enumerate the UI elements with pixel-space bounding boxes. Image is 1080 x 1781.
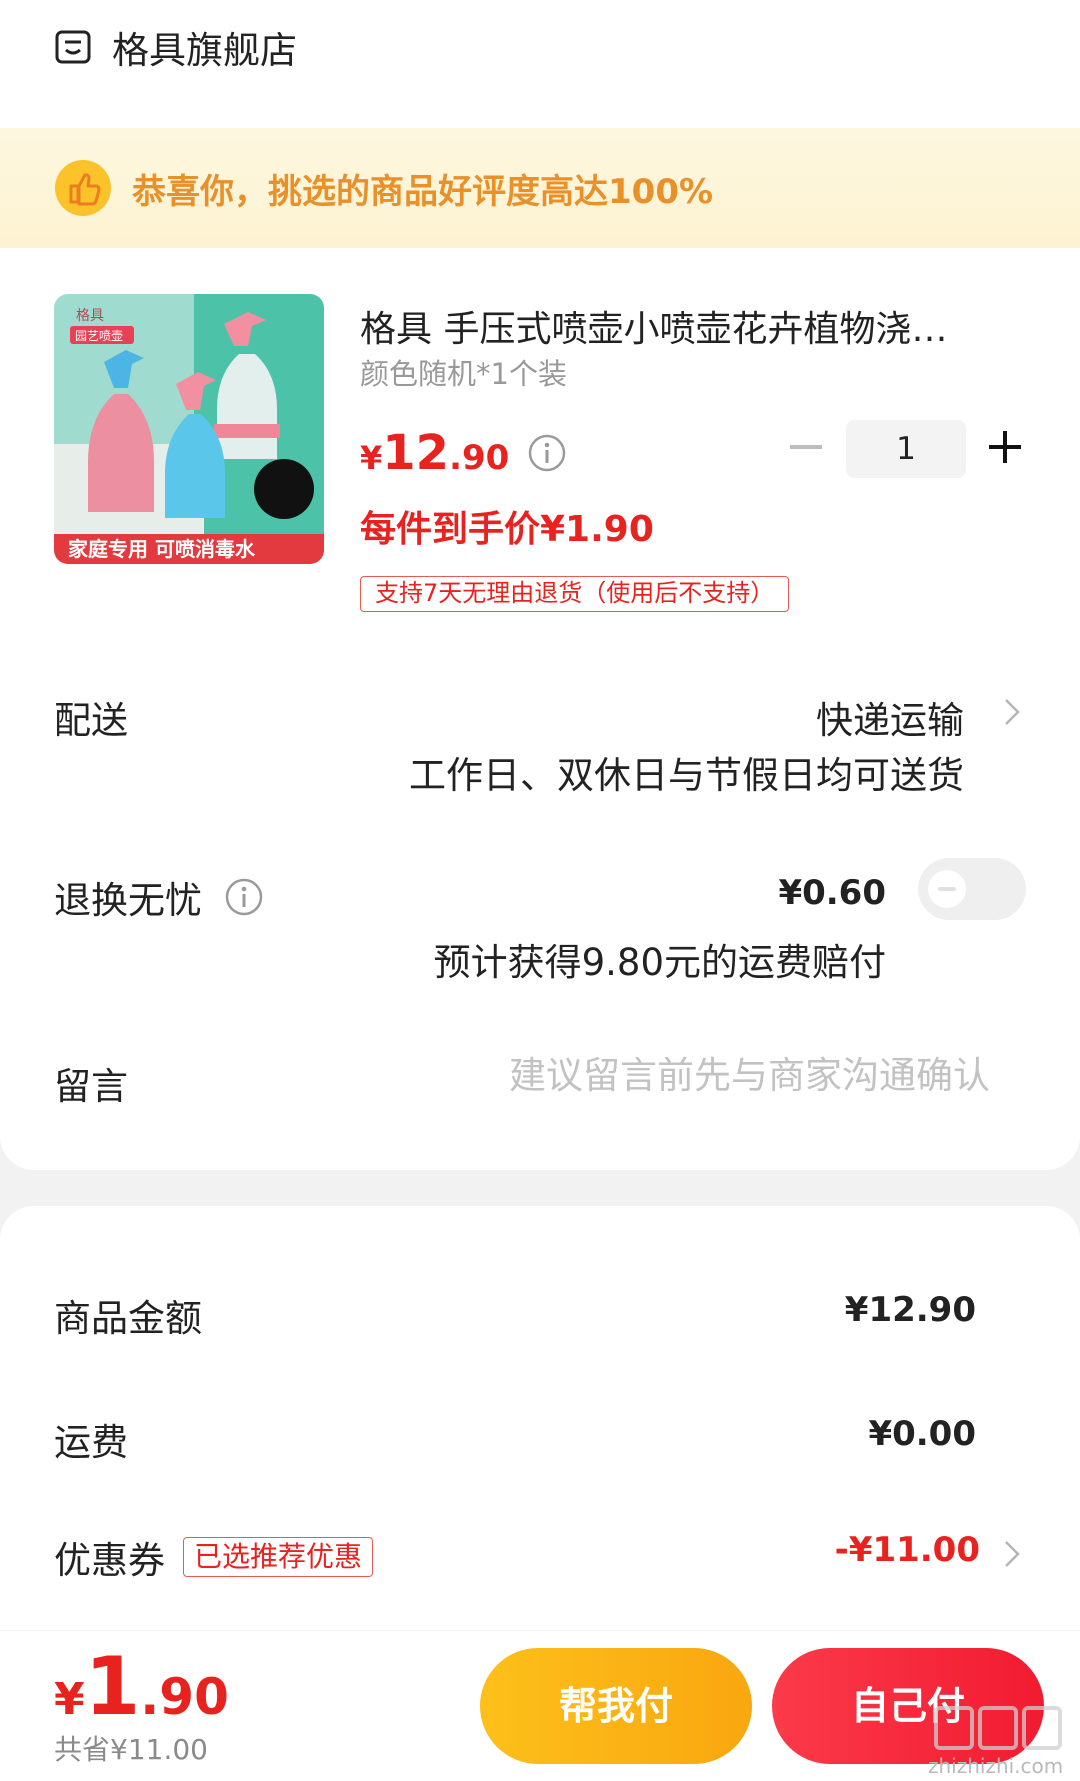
coupon-tag: 已选推荐优惠 <box>183 1537 374 1577</box>
message-input[interactable] <box>440 1050 990 1100</box>
banner-text: 恭喜你，挑选的商品好评度高达100% <box>132 171 714 212</box>
return-insurance-toggle[interactable] <box>918 858 1026 920</box>
price-currency: ¥ <box>360 439 383 477</box>
price-decimal: .90 <box>449 438 510 478</box>
return-insurance-row: 退换无忧 <box>54 870 264 924</box>
chevron-right-icon[interactable] <box>1000 1536 1024 1572</box>
goods-amount-value: ¥12.90 <box>844 1290 976 1330</box>
coupon-value[interactable]: -¥11.00 <box>835 1530 980 1570</box>
return-insurance-price: ¥0.60 <box>778 873 886 913</box>
coupon-row[interactable]: 优惠券 已选推荐优惠 <box>54 1530 374 1584</box>
total-currency: ¥ <box>54 1674 85 1725</box>
help-pay-button[interactable]: 帮我付 <box>480 1648 752 1764</box>
product-spec[interactable]: 颜色随机*1个装 <box>360 351 567 393</box>
delivery-method[interactable]: 快递运输 <box>816 690 964 744</box>
store-icon <box>55 30 91 64</box>
quantity-input[interactable]: 1 <box>846 420 966 478</box>
info-icon[interactable] <box>224 877 264 917</box>
thumbs-up-icon <box>55 160 111 216</box>
return-insurance-note: 预计获得9.80元的运费赔付 <box>433 941 886 984</box>
info-icon[interactable] <box>527 433 567 473</box>
image-caption: 家庭专用 可喷消毒水 <box>68 537 256 561</box>
rating-banner: 恭喜你，挑选的商品好评度高达100% <box>0 128 1080 248</box>
product-photo: 格具 园艺喷壶 家庭专用 可喷消毒水 <box>54 294 324 564</box>
product-price: ¥ 12 .90 <box>360 425 567 481</box>
product-image[interactable]: 格具 园艺喷壶 家庭专用 可喷消毒水 <box>54 294 324 564</box>
total-decimal: .90 <box>140 1668 229 1726</box>
toggle-knob <box>928 870 966 908</box>
category-label: 园艺喷壶 <box>75 328 123 343</box>
unit-price: 每件到手价¥1.90 <box>360 509 654 550</box>
coupon-label: 优惠券 <box>54 1539 165 1582</box>
store-header[interactable]: 格具旗舰店 <box>54 22 297 72</box>
return-policy-tag: 支持7天无理由退货（使用后不支持） <box>360 576 790 612</box>
price-integer: 12 <box>382 425 450 481</box>
delivery-note: 工作日、双休日与节假日均可送货 <box>409 754 964 797</box>
product-title[interactable]: 格具 手压式喷壶小喷壶花卉植物浇… <box>360 300 1010 352</box>
watermark-text: zhizhizhi.com <box>928 1754 1064 1778</box>
quantity-decrease-button[interactable] <box>790 445 822 449</box>
brand-mark: 格具 <box>76 308 104 324</box>
store-name: 格具旗舰店 <box>112 29 297 72</box>
message-label: 留言 <box>54 1065 128 1108</box>
total-price: ¥ 1 .90 <box>54 1640 229 1733</box>
total-saved: 共省¥11.00 <box>54 1733 208 1766</box>
freight-label: 运费 <box>54 1421 128 1464</box>
total-integer: 1 <box>84 1640 141 1733</box>
quantity-increase-button[interactable] <box>989 431 1021 463</box>
chevron-right-icon[interactable] <box>1000 694 1024 730</box>
freight-value: ¥0.00 <box>868 1414 976 1454</box>
goods-amount-label: 商品金额 <box>54 1297 202 1340</box>
delivery-label: 配送 <box>54 699 128 742</box>
return-insurance-label: 退换无忧 <box>54 879 202 922</box>
